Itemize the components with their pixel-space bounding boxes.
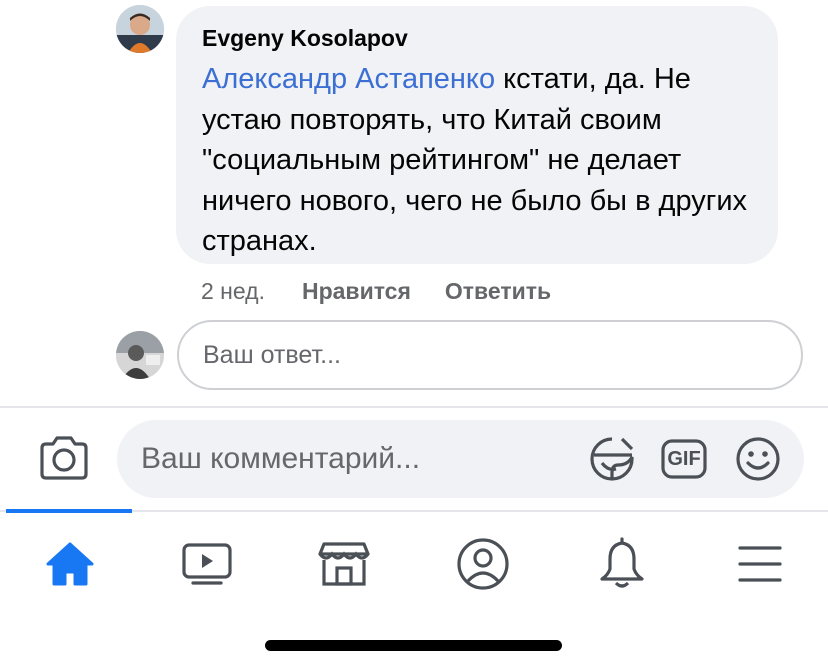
comment-actions: 2 нед. Нравится Ответить: [201, 276, 585, 306]
video-icon: [182, 543, 232, 585]
reply-input[interactable]: Ваш ответ...: [177, 320, 803, 390]
author-avatar[interactable]: [116, 5, 164, 53]
bell-icon: [600, 537, 644, 588]
home-icon: [46, 542, 94, 586]
my-avatar: [116, 331, 164, 379]
tab-menu[interactable]: [730, 536, 790, 592]
comment-bubble: Evgeny Kosolapov Александр Астапенко кст…: [176, 6, 778, 264]
emoji-icon[interactable]: [734, 435, 782, 483]
sticker-icon[interactable]: [588, 435, 636, 483]
tab-home[interactable]: [40, 536, 100, 592]
gif-icon[interactable]: GIF: [660, 435, 708, 483]
comment-author-name[interactable]: Evgeny Kosolapov: [202, 23, 752, 53]
shop-icon: [318, 542, 370, 586]
tab-profile[interactable]: [453, 536, 513, 592]
comment-timestamp[interactable]: 2 нед.: [201, 278, 265, 305]
active-tab-indicator: [6, 509, 132, 513]
tab-marketplace[interactable]: [314, 536, 374, 592]
reply-button[interactable]: Ответить: [445, 278, 551, 305]
menu-icon: [738, 546, 782, 582]
comment-text: Александр Астапенко кстати, да. Не устаю…: [202, 59, 762, 262]
gif-label: GIF: [667, 448, 701, 470]
profile-icon: [457, 538, 509, 590]
tab-notifications[interactable]: [592, 536, 652, 592]
tab-watch[interactable]: [177, 536, 237, 592]
camera-icon[interactable]: [38, 434, 90, 482]
mention-link[interactable]: Александр Астапенко: [202, 63, 495, 95]
home-indicator[interactable]: [265, 640, 562, 651]
like-button[interactable]: Нравится: [302, 278, 411, 305]
divider: [0, 406, 828, 408]
